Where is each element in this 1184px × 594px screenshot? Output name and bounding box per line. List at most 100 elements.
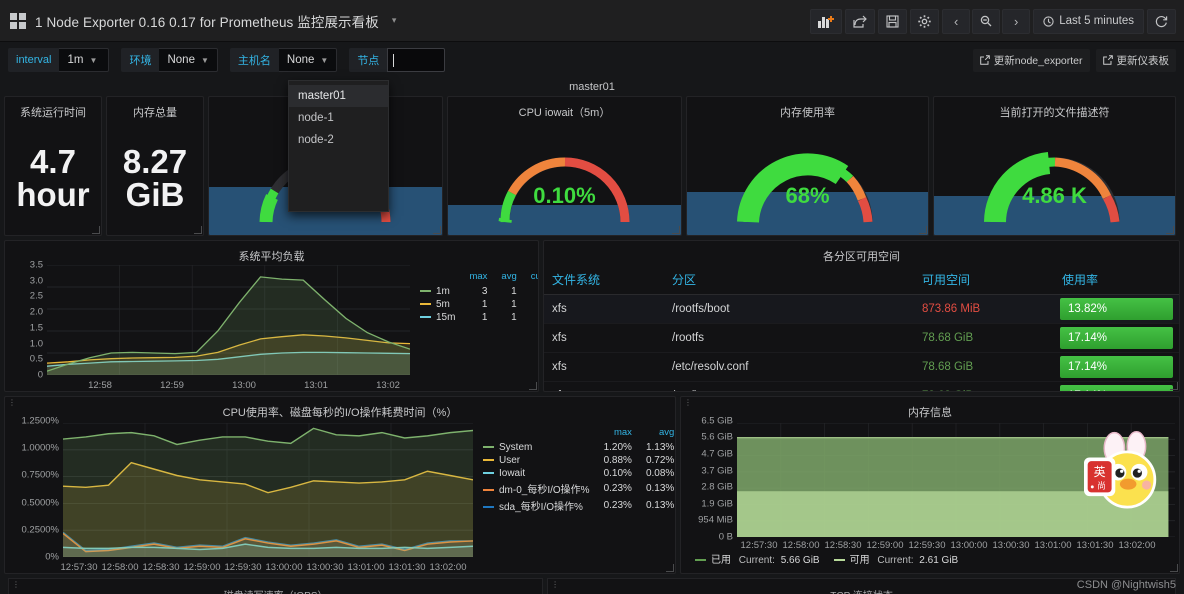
- table-header-row: 文件系统 分区 可用空间 使用率: [544, 265, 1179, 295]
- link-update-dashboard[interactable]: 更新仪表板: [1095, 48, 1176, 72]
- legend-label: 5m: [436, 299, 450, 310]
- filesystem-table: 文件系统 分区 可用空间 使用率 xfs /rootfs/boot 873.86…: [544, 265, 1179, 391]
- xtick: 13:01:00: [347, 562, 385, 573]
- xtick: 13:02:00: [429, 562, 467, 573]
- link-update-node-exporter[interactable]: 更新node_exporter: [972, 48, 1090, 72]
- legend-swatch: [833, 559, 845, 562]
- memory-info-legend: 已用 Current: 5.66 GiB 可用 Current: 2.61 Gi…: [681, 551, 1179, 566]
- panel-drag-handle[interactable]: ⋮: [8, 399, 16, 407]
- dropdown-option-node-2[interactable]: node-2: [289, 129, 388, 151]
- panel-open-fds-gauge[interactable]: 当前打开的文件描述符 4.86 K: [933, 96, 1176, 236]
- ytick: 2.8 GiB: [701, 481, 733, 493]
- refresh-icon[interactable]: [1147, 8, 1176, 34]
- panel-resize-handle[interactable]: [92, 226, 100, 234]
- xtick: 12:58:30: [824, 540, 862, 551]
- panel-cpu-io[interactable]: CPU使用率、磁盘每秒的I/O操作耗费时间（%） ⋮ 0% 0.2500% 0.…: [4, 396, 676, 574]
- legend-max: 0.23%: [603, 500, 632, 511]
- cell-filesystem: xfs: [544, 352, 664, 382]
- chevron-down-icon: ▼: [89, 55, 98, 65]
- row-header-master01[interactable]: master01: [0, 78, 1184, 96]
- legend-swatch: [483, 472, 494, 475]
- panel-memory-usage-gauge-body: 68%: [687, 121, 928, 235]
- panel-disk-iops[interactable]: ⋮ 磁盘读写速率（IOPS）: [8, 578, 544, 594]
- legend-header-avg: avg: [501, 271, 517, 282]
- time-forward-button[interactable]: ›: [1002, 8, 1031, 34]
- column-header-available[interactable]: 可用空间: [914, 265, 1054, 295]
- legend-max: 1: [481, 299, 488, 310]
- panel-memory-usage-gauge[interactable]: 内存使用率 68%: [686, 96, 929, 236]
- panel-resize-handle[interactable]: [1170, 564, 1178, 572]
- panel-resize-handle[interactable]: [194, 226, 202, 234]
- panel-open-fds-gauge-body: 4.86 K: [934, 121, 1175, 235]
- cell-filesystem: xfs: [544, 381, 664, 391]
- share-button[interactable]: [845, 8, 876, 34]
- cell-usage: 13.82%: [1060, 298, 1173, 320]
- panel-resize-handle[interactable]: [672, 226, 680, 234]
- column-header-mount[interactable]: 分区: [664, 265, 914, 295]
- time-range-label: Last 5 minutes: [1059, 15, 1134, 27]
- dashboard-title[interactable]: 1 Node Exporter 0.16 0.17 for Prometheus…: [35, 11, 379, 31]
- dropdown-option-master01[interactable]: master01: [289, 85, 388, 107]
- legend-stat-value: 5.66 GiB: [780, 555, 820, 566]
- legend-label: Iowait: [499, 468, 526, 479]
- time-back-button[interactable]: ‹: [942, 8, 971, 34]
- table-row[interactable]: xfs /etc/resolv.conf 78.68 GiB 17.14%: [544, 352, 1179, 382]
- ytick: 5.6 GiB: [701, 431, 733, 443]
- legend-item-used[interactable]: 已用 Current: 5.66 GiB: [695, 551, 820, 566]
- xtick: 13:01:00: [1034, 540, 1072, 551]
- chevron-down-icon[interactable]: ▾: [392, 15, 397, 26]
- cell-mount: /etc/resolv.conf: [664, 352, 914, 382]
- variable-node: 节点: [349, 48, 446, 72]
- panel-resize-handle[interactable]: [666, 564, 674, 572]
- table-row[interactable]: xfs /etc/hosts 78.68 GiB 17.14%: [544, 381, 1179, 391]
- save-button[interactable]: [878, 8, 908, 34]
- panel-cpu-iowait-gauge-body: 0.10%: [448, 121, 681, 235]
- xtick: 12:59: [160, 380, 184, 391]
- legend-item-available[interactable]: 可用 Current: 2.61 GiB: [833, 551, 958, 566]
- cell-mount: /etc/hosts: [664, 381, 914, 391]
- cell-mount: /rootfs/boot: [664, 294, 914, 324]
- panel-drag-handle[interactable]: ⋮: [551, 581, 559, 589]
- legend-header-current: current: [530, 271, 538, 282]
- column-header-filesystem[interactable]: 文件系统: [544, 265, 664, 295]
- panel-resize-handle[interactable]: [529, 382, 537, 390]
- panel-filesystem-table[interactable]: 各分区可用空间 文件系统 分区 可用空间 使用率 xfs /rootfs/boo…: [543, 240, 1180, 392]
- ytick: 1.5: [29, 322, 43, 334]
- variable-node-input[interactable]: [387, 48, 446, 72]
- cell-usage: 17.14%: [1060, 385, 1173, 391]
- variable-hostname-select[interactable]: None ▼: [278, 48, 338, 72]
- xtick: 12:59:00: [183, 562, 221, 573]
- column-header-usage[interactable]: 使用率: [1054, 265, 1179, 295]
- legend-current: 1: [524, 298, 538, 311]
- panel-uptime[interactable]: 系统运行时间 4.7 hour: [4, 96, 102, 236]
- xtick: 13:00: [232, 380, 256, 391]
- table-row[interactable]: xfs /rootfs 78.68 GiB 17.14%: [544, 323, 1179, 353]
- panel-cpu-iowait-gauge[interactable]: CPU iowait（5m） 0.10%: [447, 96, 682, 236]
- legend-max: 1.20%: [603, 442, 632, 453]
- cpu-io-yaxis: 0% 0.2500% 0.5000% 0.7500% 1.0000% 1.250…: [5, 416, 63, 563]
- gauge-arc: [720, 127, 896, 232]
- variable-interval-select[interactable]: 1m ▼: [59, 48, 110, 72]
- panel-resize-handle[interactable]: [1170, 382, 1178, 390]
- legend-label: dm-0_每秒I/O操作%: [499, 485, 590, 496]
- variable-env-select[interactable]: None ▼: [159, 48, 218, 72]
- variable-interval-value: 1m: [67, 54, 84, 66]
- panel-resize-handle[interactable]: [919, 226, 927, 234]
- panel-open-fds-gauge-value: 4.86 K: [1022, 183, 1087, 208]
- panel-resize-handle[interactable]: [1166, 226, 1174, 234]
- panel-memory-total[interactable]: 内存总量 8.27 GiB: [106, 96, 204, 236]
- table-row[interactable]: xfs /rootfs/boot 873.86 MiB 13.82%: [544, 294, 1179, 324]
- panel-drag-handle[interactable]: ⋮: [12, 581, 20, 589]
- panel-resize-handle[interactable]: [433, 226, 441, 234]
- legend-row: sda_每秒I/O操作% 0.23% 0.13% 0.15%: [479, 497, 675, 514]
- cpu-io-svg: [63, 423, 473, 557]
- panel-load-average[interactable]: 系统平均负载 0 0.5 1.0 1.5 2.0 2.5 3.0 3.5 12:…: [4, 240, 539, 392]
- zoom-out-icon[interactable]: [972, 8, 1001, 34]
- dropdown-option-node-1[interactable]: node-1: [289, 107, 388, 129]
- legend-avg: 0.13%: [645, 500, 675, 511]
- add-panel-button[interactable]: [810, 8, 843, 34]
- ytick: 0.7500%: [21, 469, 59, 481]
- panel-drag-handle[interactable]: ⋮: [684, 399, 692, 407]
- settings-gear-icon[interactable]: [910, 8, 940, 34]
- time-range-picker[interactable]: Last 5 minutes: [1033, 8, 1144, 34]
